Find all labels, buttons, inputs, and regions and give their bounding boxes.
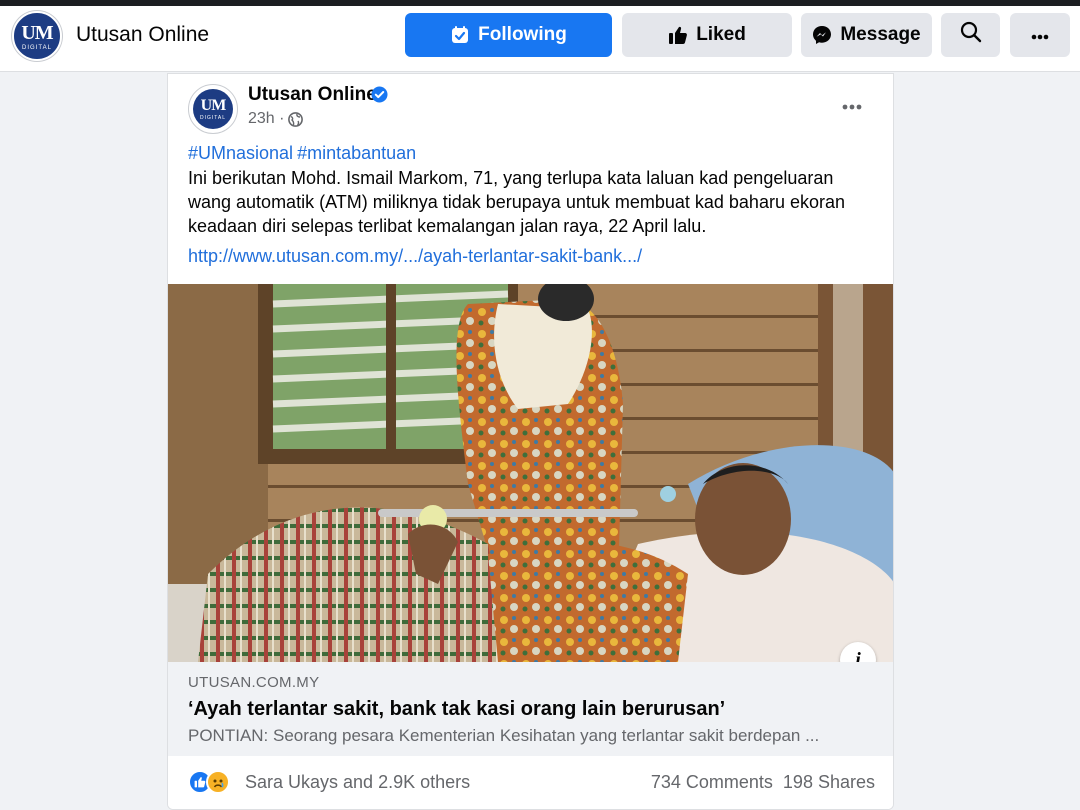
post-stats-bar: Sara Ukays and 2.9K others 734 Comments … (168, 756, 893, 809)
post-text: Ini berikutan Mohd. Ismail Markom, 71, y… (188, 168, 845, 236)
globe-icon (288, 111, 304, 127)
avatar-logo-subtext: DIGITAL (199, 115, 227, 121)
post-hashtags: #UMnasional #mintabantuan (188, 143, 420, 164)
message-button[interactable]: Message (801, 13, 932, 57)
post-author-name[interactable]: Utusan Online (248, 84, 377, 106)
post-image[interactable] (168, 284, 893, 662)
message-label: Message (840, 24, 921, 45)
post-author-avatar[interactable]: UM DIGITAL (188, 84, 238, 134)
logo-text: UM (21, 22, 53, 44)
verified-badge-icon (371, 86, 388, 108)
link-domain: UTUSAN.COM.MY (188, 674, 320, 691)
logo-subtext: DIGITAL (22, 45, 52, 51)
reaction-names[interactable]: Sara Ukays and 2.9K others (245, 772, 470, 793)
reaction-icons[interactable] (188, 770, 230, 794)
engagement-counts: 734 Comments 198 Shares (651, 772, 875, 793)
search-icon (960, 21, 982, 49)
liked-label: Liked (696, 24, 746, 45)
link-title: ‘Ayah terlantar sakit, bank tak kasi ora… (188, 698, 726, 720)
hashtag-link[interactable]: #mintabantuan (297, 143, 416, 163)
more-dots-icon (842, 97, 862, 115)
avatar-logo: UM DIGITAL (193, 89, 233, 129)
post-timestamp[interactable]: 23h · (248, 110, 304, 128)
following-button[interactable]: Following (405, 13, 612, 57)
messenger-icon (812, 25, 832, 45)
post-url-link[interactable]: http://www.utusan.com.my/.../ayah-terlan… (188, 246, 642, 267)
page-title[interactable]: Utusan Online (76, 23, 209, 47)
post-options-button[interactable] (836, 94, 868, 118)
comments-count[interactable]: 734 Comments (651, 772, 773, 793)
shares-count[interactable]: 198 Shares (783, 772, 875, 793)
post-time-text: 23h · (248, 110, 285, 127)
post-card: UM DIGITAL Utusan Online 23h · #UMnasion… (167, 73, 894, 810)
link-description: PONTIAN: Seorang pesara Kementerian Kesi… (188, 726, 820, 745)
page-header: UM DIGITAL Utusan Online Following Liked… (0, 6, 1080, 72)
search-button[interactable] (941, 13, 1000, 57)
more-button[interactable] (1010, 13, 1070, 57)
hashtag-link[interactable]: #UMnasional (188, 143, 293, 163)
thumbs-up-icon (668, 25, 688, 45)
page-logo[interactable]: UM DIGITAL (12, 11, 62, 61)
link-preview-card[interactable]: UTUSAN.COM.MY ‘Ayah terlantar sakit, ban… (168, 662, 893, 756)
following-label: Following (478, 24, 567, 45)
sad-reaction-icon (206, 770, 230, 794)
more-dots-icon (1031, 24, 1049, 46)
liked-button[interactable]: Liked (622, 13, 792, 57)
avatar-logo-text: UM (200, 97, 227, 114)
bookmark-check-icon (450, 25, 470, 45)
